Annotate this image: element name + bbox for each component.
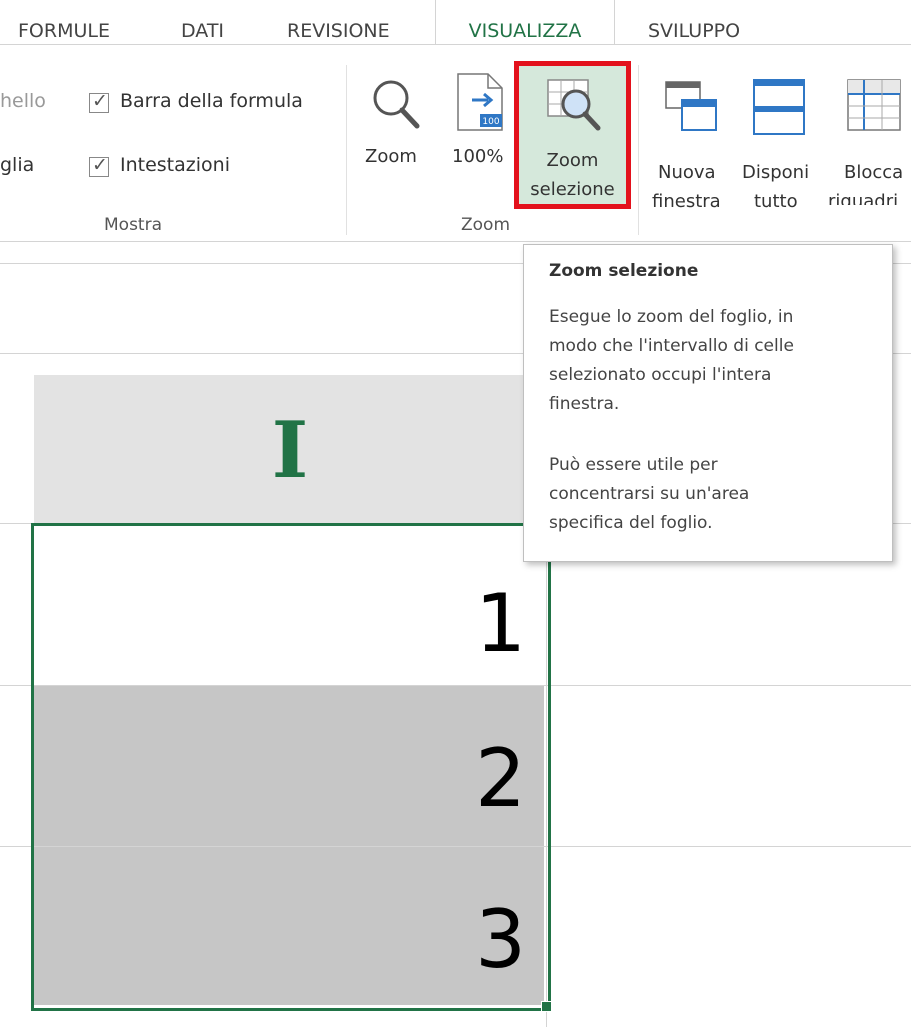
freeze-panes-icon [847, 79, 901, 131]
column-letter: I [271, 405, 309, 496]
new-window-label-1: Nuova [658, 162, 716, 183]
checkbox-label-formula-bar: Barra della formula [120, 90, 303, 112]
tooltip: Zoom selezione Esegue lo zoom del foglio… [523, 244, 893, 562]
fill-handle[interactable] [541, 1001, 552, 1012]
checkbox-label: hello [0, 90, 46, 112]
checkbox-formula-bar[interactable]: ✓ [89, 90, 109, 113]
arrange-all-label-2: tutto [754, 191, 798, 212]
checkbox-label: glia [0, 154, 35, 176]
tab-visualizza[interactable]: VISUALIZZA [435, 0, 615, 44]
tooltip-line: modo che l'intervallo di celle [549, 336, 794, 356]
tab-label: VISUALIZZA [468, 20, 582, 42]
tooltip-title: Zoom selezione [549, 261, 699, 281]
zoom-selection-button[interactable]: Zoom selezione [514, 61, 631, 209]
check-icon: ✓ [92, 154, 108, 176]
new-window-label-2: finestra [652, 191, 721, 212]
tooltip-line: finestra. [549, 394, 620, 414]
magnifier-icon [373, 80, 420, 129]
zoom-100-button[interactable]: 100 100% [442, 70, 510, 180]
new-window-icon [665, 81, 717, 131]
tab-sviluppo[interactable]: SVILUPPO [648, 0, 740, 44]
tab-label: DATI [181, 20, 225, 42]
checkbox-label-headings: Intestazioni [120, 154, 230, 176]
zoom-selection-icon [547, 79, 601, 131]
group-separator [346, 65, 347, 235]
arrange-all-label-1: Disponi [742, 162, 810, 183]
zoom-selection-label-1: Zoom [546, 150, 599, 171]
tooltip-line: selezionato occupi l'intera [549, 365, 772, 385]
group-label-mostra: Mostra [104, 215, 162, 235]
zoom-selection-label-2: selezione [530, 179, 615, 200]
freeze-panes-label-2: riquadri [828, 191, 899, 205]
check-icon: ✓ [92, 90, 108, 112]
ribbon: hello ✓ Barra della formula glia ✓ Intes… [0, 44, 911, 242]
tab-label: SVILUPPO [648, 20, 741, 42]
zoom-100-icon-text: 100 [482, 117, 499, 127]
zoom-100-icon: 100 [457, 73, 503, 131]
arrange-all-icon [753, 79, 805, 135]
tooltip-line: Può essere utile per [549, 455, 718, 475]
column-header-i[interactable]: I [34, 375, 546, 524]
arrange-all-button[interactable]: Disponi tutto [738, 70, 816, 212]
tooltip-line: specifica del foglio. [549, 513, 713, 533]
checkbox-label: Intestazioni [120, 154, 230, 176]
tab-dati[interactable]: DATI [181, 0, 224, 44]
tab-revisione[interactable]: REVISIONE [287, 0, 390, 44]
freeze-panes-button[interactable]: Blocca riquadri [822, 70, 911, 205]
checkbox-headings[interactable]: ✓ [89, 154, 109, 177]
tab-label: REVISIONE [287, 20, 390, 42]
zoom-button[interactable]: Zoom [360, 70, 430, 180]
selection-border [31, 523, 551, 1011]
new-window-button[interactable]: Nuova finestra [652, 70, 732, 212]
tooltip-line: Esegue lo zoom del foglio, in [549, 307, 794, 327]
checkbox-label: Barra della formula [120, 90, 303, 112]
checkbox-cut-bottom[interactable]: glia [0, 154, 34, 176]
freeze-panes-label-1: Blocca [844, 162, 904, 183]
tooltip-line: concentrarsi su un'area [549, 484, 750, 504]
tab-formule[interactable]: FORMULE [18, 0, 110, 44]
zoom-100-label: 100% [452, 146, 504, 167]
zoom-button-label: Zoom [365, 146, 417, 167]
group-separator [638, 65, 639, 235]
group-label-zoom: Zoom [461, 215, 511, 235]
tab-label: FORMULE [18, 20, 110, 42]
checkbox-cut-top[interactable]: hello [0, 90, 46, 112]
